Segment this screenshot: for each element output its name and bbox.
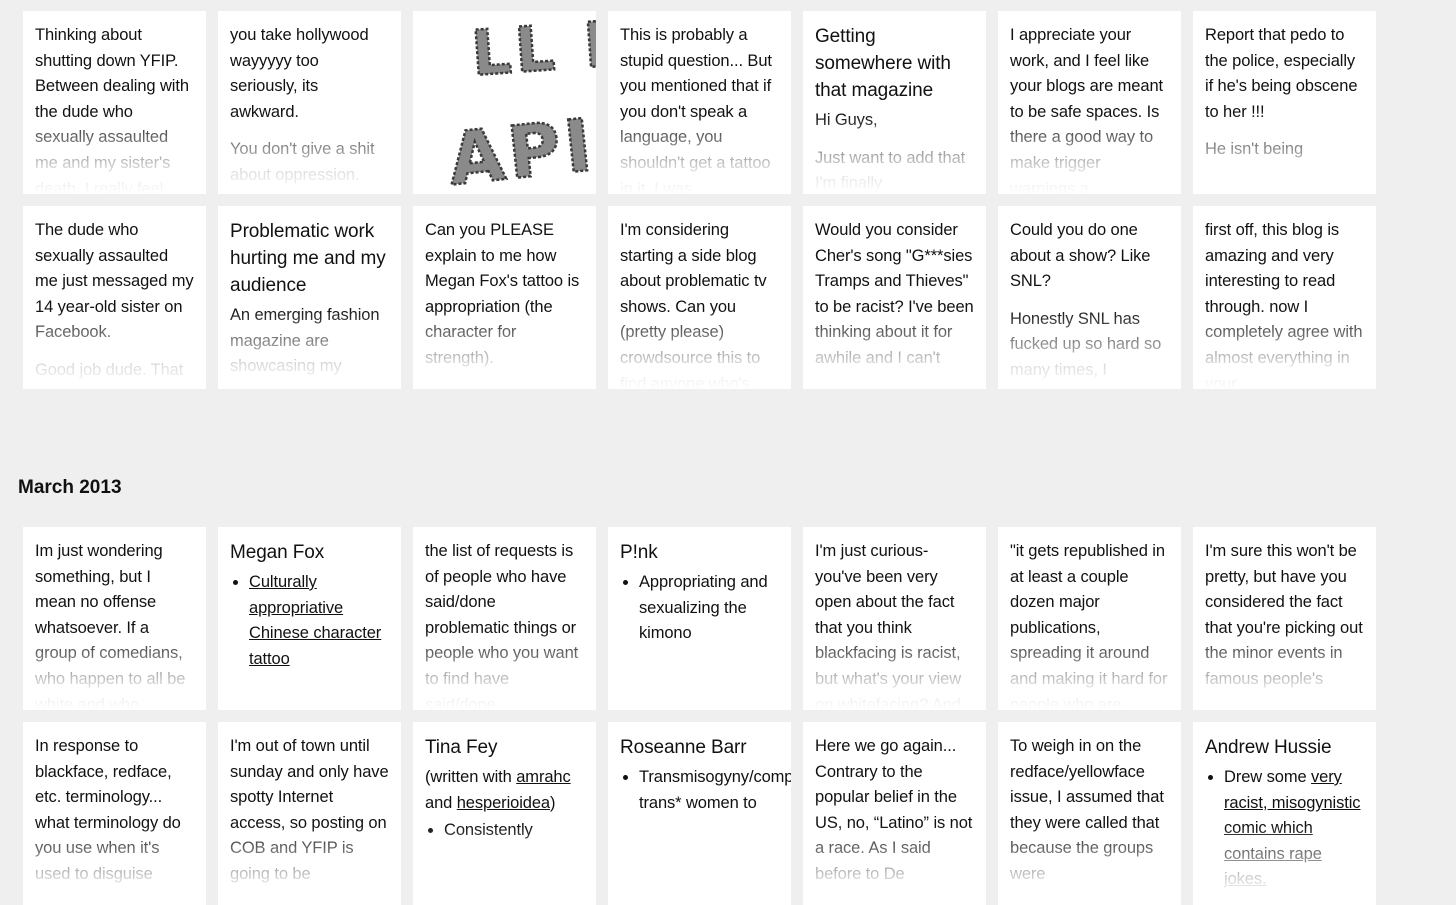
post-card[interactable]: Getting somewhere with that magazineHi G… [803,11,986,194]
post-card[interactable]: I'm out of town until sunday and only ha… [218,722,401,905]
fade-overlay [413,309,596,389]
fade-overlay [608,825,791,905]
post-grid-top: Thinking about shutting down YFIP. Betwe… [23,11,1376,389]
post-card[interactable]: Thinking about shutting down YFIP. Betwe… [23,11,206,194]
post-credit: (written with amrahc and hesperioidea) [425,765,584,816]
fade-overlay [998,630,1181,710]
post-card[interactable]: P!nk Appropriating and sexualizing the ki… [608,527,791,710]
post-card[interactable]: Problematic work hurting me and my audie… [218,206,401,389]
bullet-item: Transmisogyny/comparing trans* women to [639,765,791,816]
fade-overlay [218,825,401,905]
post-card[interactable]: "it gets republished in at least a coupl… [998,527,1181,710]
post-excerpt: Report that pedo to the police, especial… [1205,26,1358,121]
post-card[interactable]: you take hollywood wayyyyy too seriously… [218,11,401,194]
bullet-text: Drew some [1224,768,1312,786]
fade-overlay [1193,114,1376,194]
fade-overlay [998,114,1181,194]
post-card[interactable]: This is probably a stupid question... Bu… [608,11,791,194]
post-card[interactable]: Roseanne Barr Transmisogyny/comparing tra… [608,722,791,905]
bullet-item: Appropriating and sexualizing the kimono [639,570,779,647]
post-card[interactable]: To weigh in on the redface/yellowface is… [998,722,1181,905]
post-card[interactable]: Could you do one about a show? Like SNL?… [998,206,1181,389]
fade-overlay [218,309,401,389]
post-bullet-list: Transmisogyny/comparing trans* women to [620,765,791,816]
post-card[interactable]: Here we go again... Contrary to the popu… [803,722,986,905]
post-title: Tina Fey [425,737,498,758]
post-grid-march: Im just wondering something, but I mean … [23,527,1376,905]
fade-overlay [23,114,206,194]
fade-overlay [23,309,206,389]
post-title: Andrew Hussie [1205,737,1332,758]
post-title: Megan Fox [230,542,325,563]
credit-text: (written with [425,768,517,786]
bullet-text: Appropriating and sexualizing the kimono [639,573,768,643]
month-heading: March 2013 [18,477,122,498]
post-card[interactable]: Im just wondering something, but I mean … [23,527,206,710]
post-card[interactable]: Can you PLEASE explain to me how Megan F… [413,206,596,389]
fade-overlay [803,825,986,905]
fade-overlay [1193,630,1376,710]
post-title: Roseanne Barr [620,737,747,758]
post-card[interactable]: Tina Fey (written with amrahc and hesperi… [413,722,596,905]
post-card[interactable]: LL L APIST [413,11,596,194]
fade-overlay [608,309,791,389]
post-card[interactable]: In response to blackface, redface, etc. … [23,722,206,905]
credit-text: and [425,793,457,812]
post-card[interactable]: I'm considering starting a side blog abo… [608,206,791,389]
bullet-text: Transmisogyny/comparing trans* women to [639,768,791,812]
fade-overlay [23,630,206,710]
post-excerpt: you take hollywood wayyyyy too seriously… [230,26,369,121]
post-card[interactable]: The dude who sexually assaulted me just … [23,206,206,389]
post-title: P!nk [620,542,658,563]
fade-overlay [803,309,986,389]
bullet-item: Culturally appropriative Chinese charact… [249,570,389,672]
post-title: Getting somewhere with that magazine [815,26,951,101]
author-link[interactable]: hesperioidea [457,794,550,812]
credit-text: ) [550,793,556,812]
bullet-link[interactable]: Culturally appropriative Chinese charact… [249,573,381,668]
author-link[interactable]: amrahc [516,768,571,786]
post-card[interactable]: Andrew HussieDrew some very racist, miso… [1193,722,1376,905]
post-card[interactable]: I'm just curious- you've been very open … [803,527,986,710]
fade-overlay [608,114,791,194]
post-card[interactable]: the list of requests is of people who ha… [413,527,596,710]
post-bullet-list: Appropriating and sexualizing the kimono [620,570,779,647]
fade-overlay [218,114,401,194]
fade-overlay [1193,309,1376,389]
post-excerpt: Could you do one about a show? Like SNL? [1010,221,1151,291]
post-card[interactable]: Would you consider Cher's song "G***sies… [803,206,986,389]
image-letters: LL L [469,11,596,90]
post-bullet-list: Culturally appropriative Chinese charact… [230,570,389,672]
fade-overlay [413,630,596,710]
post-card[interactable]: Report that pedo to the police, especial… [1193,11,1376,194]
fade-overlay [23,825,206,905]
fade-overlay [998,309,1181,389]
post-thumbnail-image: LL LAPIST [443,11,596,194]
post-card[interactable]: I appreciate your work, and I feel like … [998,11,1181,194]
fade-overlay [1193,825,1376,905]
post-card[interactable]: first off, this blog is amazing and very… [1193,206,1376,389]
fade-overlay [803,114,986,194]
post-card[interactable]: I'm sure this won't be pretty, but have … [1193,527,1376,710]
fade-overlay [413,825,596,905]
fade-overlay [998,825,1181,905]
fade-overlay [803,630,986,710]
post-card[interactable]: Megan Fox Culturally appropriative Chines… [218,527,401,710]
post-title: Problematic work hurting me and my audie… [230,221,386,296]
image-letters: APIST [444,91,596,194]
